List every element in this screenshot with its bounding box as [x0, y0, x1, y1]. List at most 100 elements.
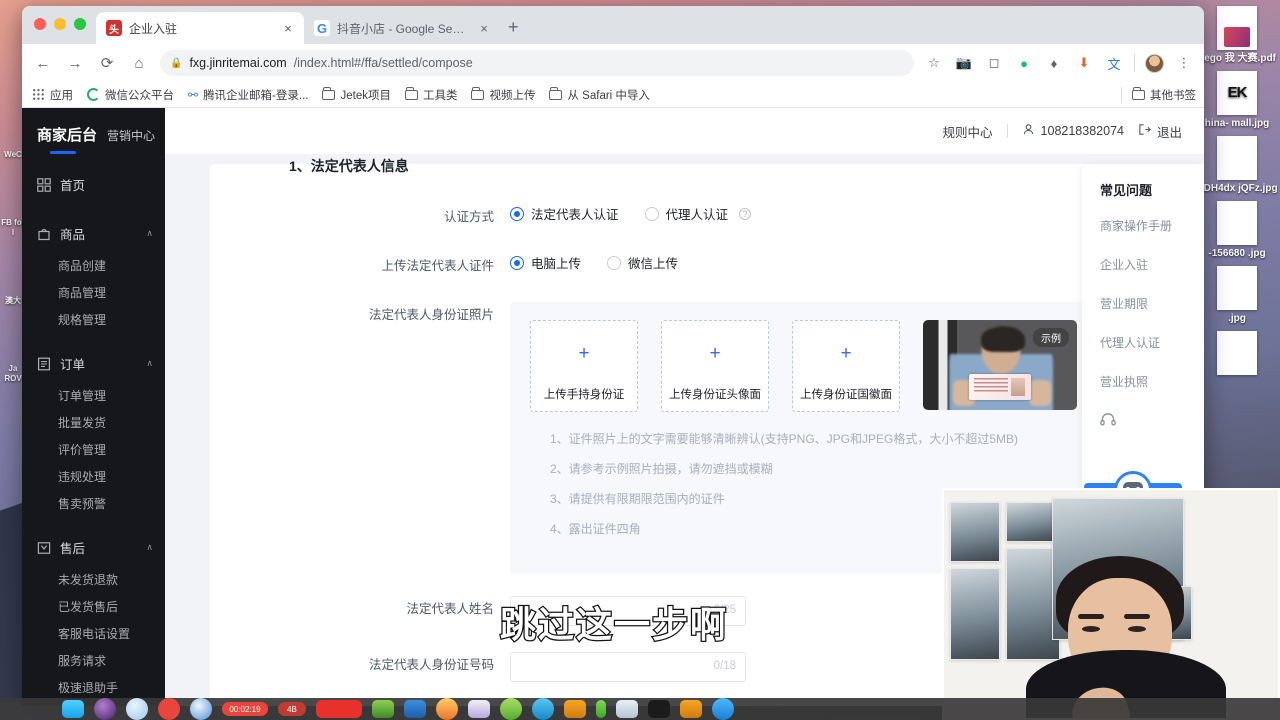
- sidebar-subitem-sale-alert[interactable]: 售卖预警: [22, 490, 165, 517]
- minimize-window-button[interactable]: [54, 18, 66, 30]
- address-bar[interactable]: 🔒 fxg.jinritemai.com/index.html#/ffa/set…: [160, 50, 914, 76]
- dock-record-badge[interactable]: 4B: [278, 702, 306, 716]
- dock-app-icon[interactable]: [436, 698, 458, 720]
- sidebar-subitem-unshipped-refund[interactable]: 未发货退款: [22, 566, 165, 593]
- dock-folder-icon[interactable]: [680, 700, 702, 718]
- desktop-file[interactable]: EK hina- mall.jpg: [1194, 65, 1280, 130]
- bookmark-safari-import[interactable]: 从 Safari 中导入: [549, 87, 650, 103]
- sidebar-item-aftersale[interactable]: 售后 ∧: [22, 529, 165, 566]
- logout-button[interactable]: 退出: [1138, 122, 1182, 141]
- reload-icon[interactable]: ⟳: [96, 54, 118, 72]
- sidebar-item-order[interactable]: 订单 ∧: [22, 345, 165, 382]
- close-tab-icon[interactable]: ×: [476, 21, 492, 36]
- radio-wechat-upload[interactable]: 微信上传: [607, 253, 678, 272]
- faq-item-agent-auth[interactable]: 代理人认证: [1100, 334, 1204, 351]
- extension-icon[interactable]: ♦: [1044, 56, 1064, 71]
- tab-qiye-ruzhu[interactable]: 头 企业入驻 ×: [96, 12, 304, 44]
- chevron-up-icon[interactable]: ∧: [146, 228, 153, 239]
- desktop-file[interactable]: Lego 我 大赛.pdf: [1194, 0, 1280, 65]
- sidebar-subitem-violation[interactable]: 违规处理: [22, 463, 165, 490]
- sidebar-item-product[interactable]: 商品 ∧: [22, 215, 165, 252]
- box-icon[interactable]: ◻: [984, 55, 1004, 71]
- sidebar-subitem-product-manage[interactable]: 商品管理: [22, 279, 165, 306]
- rules-center-link[interactable]: 规则中心: [943, 122, 993, 141]
- desktop-file[interactable]: -156680 .jpg: [1194, 195, 1280, 260]
- sidebar-subitem-fast-refund[interactable]: 极速退助手: [22, 674, 165, 701]
- bookmark-wechat[interactable]: 微信公众平台: [87, 87, 174, 103]
- brand-secondary[interactable]: 营销中心: [107, 127, 155, 144]
- forward-icon[interactable]: →: [64, 55, 86, 72]
- new-tab-button[interactable]: +: [508, 17, 519, 38]
- chevron-up-icon[interactable]: ∧: [146, 358, 153, 369]
- dock-safari-icon[interactable]: [126, 698, 148, 720]
- dock-app-icon[interactable]: [712, 698, 734, 720]
- download-icon[interactable]: ⬇: [1074, 55, 1094, 71]
- dock-app-icon[interactable]: [468, 700, 490, 718]
- tab-douyin-search[interactable]: G 抖音小店 - Google Search ×: [304, 12, 500, 44]
- bookmark-video-upload[interactable]: 视频上传: [471, 87, 535, 103]
- sidebar-subitem-batch-ship[interactable]: 批量发货: [22, 409, 165, 436]
- desktop-file[interactable]: .jpg: [1194, 260, 1280, 325]
- sidebar-subitem-spec-manage[interactable]: 规格管理: [22, 306, 165, 333]
- sidebar-subitem-order-manage[interactable]: 订单管理: [22, 382, 165, 409]
- headset-icon[interactable]: [1100, 412, 1204, 429]
- dock-app-icon[interactable]: [94, 698, 116, 720]
- desktop-file[interactable]: BDH4dx jQFz.jpg: [1194, 130, 1280, 195]
- sidebar-subitem-shipped-aftersale[interactable]: 已发货售后: [22, 593, 165, 620]
- bookmark-tools[interactable]: 工具类: [404, 87, 457, 103]
- camera-icon[interactable]: 📷: [954, 55, 974, 71]
- dock-timer-badge[interactable]: 00:02:19: [222, 702, 268, 716]
- legal-id-input[interactable]: [510, 652, 746, 682]
- help-icon[interactable]: ?: [739, 207, 752, 220]
- radio-label: 电脑上传: [531, 257, 582, 271]
- sidebar-subitem-product-create[interactable]: 商品创建: [22, 252, 165, 279]
- dock-app-icon[interactable]: [596, 700, 606, 718]
- account-info[interactable]: 108218382074: [1022, 123, 1124, 139]
- sidebar-subitem-service-phone[interactable]: 客服电话设置: [22, 620, 165, 647]
- chrome-menu-icon[interactable]: ⋮: [1174, 55, 1194, 71]
- upload-box-handheld-id[interactable]: + 上传手持身份证: [530, 320, 638, 412]
- other-bookmarks[interactable]: 其他书签: [1121, 86, 1196, 103]
- faq-item-license[interactable]: 营业执照: [1100, 373, 1204, 390]
- dock-app-icon[interactable]: [158, 698, 180, 720]
- url-path: /index.html#/ffa/settled/compose: [293, 56, 473, 70]
- sidebar-subitem-review-manage[interactable]: 评价管理: [22, 436, 165, 463]
- radio-legal-rep-auth[interactable]: 法定代表人认证: [510, 204, 619, 223]
- dock-app-icon[interactable]: [372, 700, 394, 718]
- dock-app-icon[interactable]: [532, 698, 554, 720]
- home-icon[interactable]: ⌂: [128, 55, 150, 72]
- dock-app-icon[interactable]: [648, 700, 670, 718]
- bookmark-apps[interactable]: 应用: [32, 87, 73, 103]
- dock-app-icon[interactable]: [500, 698, 522, 720]
- dock-app-icon[interactable]: [404, 700, 426, 718]
- grammarly-icon[interactable]: ●: [1014, 56, 1034, 71]
- faq-item-manual[interactable]: 商家操作手册: [1100, 217, 1204, 234]
- star-icon[interactable]: ☆: [924, 55, 944, 71]
- back-icon[interactable]: ←: [32, 55, 54, 72]
- radio-agent-auth[interactable]: 代理人认证 ?: [644, 204, 752, 223]
- sidebar-item-home[interactable]: 首页: [22, 166, 165, 203]
- profile-avatar[interactable]: [1145, 53, 1164, 73]
- dock-finder-icon[interactable]: [62, 700, 84, 718]
- chevron-up-icon[interactable]: ∧: [146, 542, 153, 553]
- faq-item-enterprise-settle[interactable]: 企业入驻: [1100, 256, 1204, 273]
- sidebar-subitem-service-request[interactable]: 服务请求: [22, 647, 165, 674]
- faq-item-business-term[interactable]: 营业期限: [1100, 295, 1204, 312]
- upload-box-id-back[interactable]: + 上传身份证国徽面: [792, 320, 900, 412]
- window-traffic-lights[interactable]: [34, 18, 86, 30]
- bookmark-tencent-mail[interactable]: ⚯ 腾讯企业邮箱-登录...: [188, 87, 308, 103]
- dock-app-icon[interactable]: [616, 700, 638, 718]
- radio-pc-upload[interactable]: 电脑上传: [510, 253, 581, 272]
- close-tab-icon[interactable]: ×: [280, 21, 296, 36]
- close-window-button[interactable]: [34, 18, 46, 30]
- desktop-file[interactable]: [1194, 325, 1280, 375]
- dock-folder-icon[interactable]: [564, 700, 586, 718]
- bookmark-jetek[interactable]: Jetek项目: [322, 87, 391, 103]
- dock-app-icon[interactable]: [316, 700, 362, 718]
- macos-dock[interactable]: 00:02:19 4B: [0, 698, 1280, 720]
- translate-icon[interactable]: 文: [1104, 54, 1124, 73]
- maximize-window-button[interactable]: [74, 18, 86, 30]
- upload-box-id-front[interactable]: + 上传身份证头像面: [661, 320, 769, 412]
- dock-app-icon[interactable]: [190, 698, 212, 720]
- image-thumb-icon: [1217, 136, 1257, 180]
